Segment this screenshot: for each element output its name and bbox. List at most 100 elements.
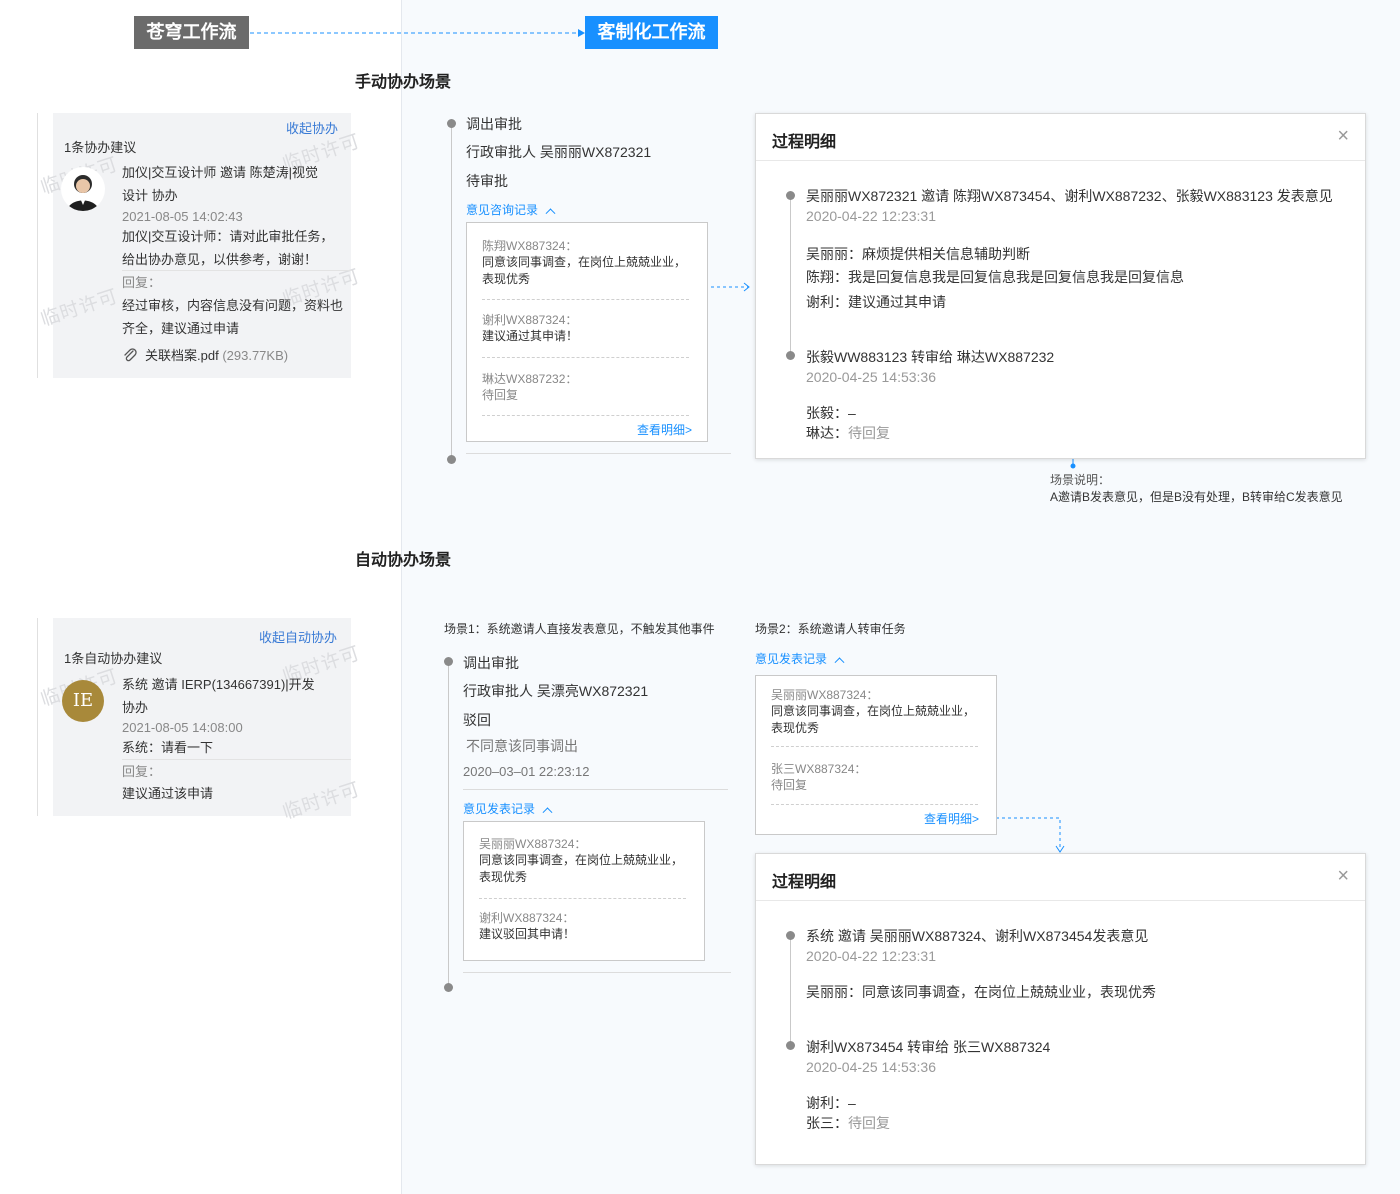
record-message: 待回复	[771, 778, 808, 792]
publish-record-label[interactable]: 意见发表记录	[755, 652, 827, 666]
view-detail-link[interactable]: 查看明细>	[637, 421, 692, 438]
event-reply-line: 张毅：–	[806, 403, 856, 423]
card-left-rule	[37, 618, 38, 816]
record-separator	[482, 357, 689, 358]
consult-record-toggle[interactable]: 意见咨询记录	[466, 201, 556, 219]
reply-author: 吴丽丽：	[806, 984, 862, 1000]
modal-timeline-dot	[786, 191, 795, 200]
scene1-label: 场景1：系统邀请人直接发表意见，不触发其他事件	[444, 622, 715, 636]
record-message-cont: 表现优秀	[771, 721, 820, 735]
record-message: 同意该同事调查，在岗位上兢兢业业，	[771, 704, 976, 718]
attachment-name[interactable]: 关联档案.pdf	[145, 348, 219, 363]
timeline-bottom-rule	[466, 453, 731, 454]
event-invite: 吴丽丽WX872321 邀请 陈翔WX873454、谢利WX887232、张毅W…	[806, 188, 1333, 204]
attachment-size: (293.77KB)	[222, 348, 289, 363]
close-icon[interactable]: ×	[1337, 866, 1349, 886]
record-author: 张三WX887324：	[771, 762, 867, 776]
reply-author: 吴丽丽：	[806, 246, 862, 262]
record-message-cont: 表现优秀	[482, 272, 531, 286]
reply-text-cont: 齐全，建议通过申请	[122, 321, 240, 336]
auto-collab-card: 临时许可 临时许可 临时许可 收起自动协办 1条自动协办建议 IE 系统 邀请 …	[37, 618, 363, 824]
timeline-rule	[463, 789, 728, 790]
reply-content: 待回复	[848, 1115, 890, 1131]
invite-message: 加仪|交互设计师：请对此审批任务，	[122, 229, 334, 244]
publish-record-box: 吴丽丽WX887324： 同意该同事调查，在岗位上兢兢业业， 表现优秀 张三WX…	[755, 675, 997, 835]
reply-author: 琳达：	[806, 425, 848, 441]
step-name: 调出审批	[463, 655, 519, 671]
modal-timeline-line	[790, 936, 791, 1046]
record-message: 同意该同事调查，在岗位上兢兢业业，	[479, 853, 684, 867]
event-time: 2020-04-25 14:53:36	[806, 369, 936, 385]
record-author: 陈翔WX887324：	[482, 239, 578, 253]
record-author: 吴丽丽WX887324：	[771, 688, 879, 702]
event-invite: 系统 邀请 吴丽丽WX887324、谢利WX873454发表意见	[806, 928, 1149, 944]
publish-record-toggle[interactable]: 意见发表记录	[463, 800, 553, 818]
reply-content: 建议通过其申请	[848, 294, 946, 310]
reply-author: 陈翔：	[806, 269, 848, 285]
invite-line-cont: 设计 协办	[122, 188, 178, 203]
modal-title: 过程明细	[772, 134, 837, 151]
timeline-bottom-rule	[463, 972, 731, 973]
publish-record-toggle[interactable]: 意见发表记录	[755, 650, 845, 668]
chevron-up-icon[interactable]	[834, 657, 845, 668]
close-icon[interactable]: ×	[1337, 126, 1349, 146]
reply-author: 张三：	[806, 1115, 848, 1131]
approval-status: 驳回	[463, 712, 491, 728]
consult-record-label[interactable]: 意见咨询记录	[466, 203, 538, 217]
record-message: 建议驳回其申请！	[479, 927, 576, 941]
event-reply-line: 谢利：建议通过其申请	[806, 292, 946, 312]
event-reply-line: 陈翔：我是回复信息我是回复信息我是回复信息我是回复信息	[806, 267, 1184, 287]
reply-label: 回复：	[122, 275, 162, 290]
publish-record-label[interactable]: 意见发表记录	[463, 802, 535, 816]
event-reply-line: 琳达：待回复	[806, 423, 890, 443]
timeline-line	[451, 124, 452, 460]
reply-content: 麻烦提供相关信息辅助判断	[862, 246, 1030, 262]
consult-record-box: 陈翔WX887324： 同意该同事调查，在岗位上兢兢业业， 表现优秀 谢利WX8…	[466, 222, 708, 442]
reply-author: 张毅：	[806, 405, 848, 421]
timeline-line	[448, 662, 449, 988]
chevron-up-icon[interactable]	[542, 807, 553, 818]
event-time: 2020-04-25 14:53:36	[806, 1059, 936, 1075]
timeline-dot	[447, 119, 456, 128]
chevron-up-icon[interactable]	[545, 208, 556, 219]
approval-comment: 不同意该同事调出	[466, 738, 578, 754]
reply-content: –	[848, 1095, 856, 1111]
invite-line: 加仪|交互设计师 邀请 陈楚涛|视觉	[122, 165, 318, 180]
attachment-link[interactable]: 关联档案.pdf (293.77KB)	[145, 344, 288, 367]
collapse-collab-link[interactable]: 收起协办	[286, 118, 338, 137]
person-photo-icon	[67, 175, 99, 211]
modal-timeline-line	[790, 196, 791, 356]
reply-text: 建议通过该申请	[122, 786, 214, 801]
timeline-dot	[447, 455, 456, 464]
process-detail-modal: 过程明细 × 吴丽丽WX872321 邀请 陈翔WX873454、谢利WX887…	[755, 113, 1366, 459]
record-message: 待回复	[482, 388, 519, 402]
record-message-cont: 表现优秀	[479, 870, 528, 884]
approver: 行政审批人 吴漂亮WX872321	[463, 683, 649, 699]
reply-author: 谢利：	[806, 294, 848, 310]
record-author: 吴丽丽WX887324：	[479, 837, 587, 851]
scene2-label: 场景2：系统邀请人转审任务	[755, 622, 906, 636]
invite-message-cont: 给出协办意见，以供参考，谢谢！	[122, 252, 318, 267]
event-transfer: 谢利WX873454 转审给 张三WX887324	[806, 1039, 1051, 1055]
modal-header-divider	[756, 900, 1365, 901]
event-reply-line: 吴丽丽：麻烦提供相关信息辅助判断	[806, 244, 1030, 264]
record-separator	[771, 804, 978, 805]
invite-line: 系统 邀请 IERP(134667391)|开发	[122, 677, 315, 692]
reply-author: 谢利：	[806, 1095, 848, 1111]
event-reply-line: 吴丽丽：同意该同事调查，在岗位上兢兢业业，表现优秀	[806, 982, 1156, 1002]
reply-content: –	[848, 405, 856, 421]
record-author: 谢利WX887324：	[482, 313, 578, 327]
system-avatar: IE	[62, 680, 104, 722]
collapse-auto-collab-link[interactable]: 收起自动协办	[259, 627, 337, 646]
invite-message: 系统：请看一下	[122, 740, 214, 755]
record-message: 建议通过其申请！	[482, 329, 579, 343]
event-transfer: 张毅WW883123 转审给 琳达WX887232	[806, 349, 1055, 365]
reply-content: 同意该同事调查，在岗位上兢兢业业，表现优秀	[862, 984, 1156, 1000]
timeline-dot	[444, 983, 453, 992]
approver: 行政审批人 吴丽丽WX872321	[466, 144, 652, 160]
manual-collab-card: 临时许可 临时许可 临时许可 临时许可 收起协办 1条协办建议 加仪|交互设计师…	[37, 113, 363, 378]
modal-timeline-dot	[786, 931, 795, 940]
record-separator	[479, 898, 686, 899]
modal-timeline-dot	[786, 351, 795, 360]
view-detail-link[interactable]: 查看明细>	[924, 810, 979, 827]
